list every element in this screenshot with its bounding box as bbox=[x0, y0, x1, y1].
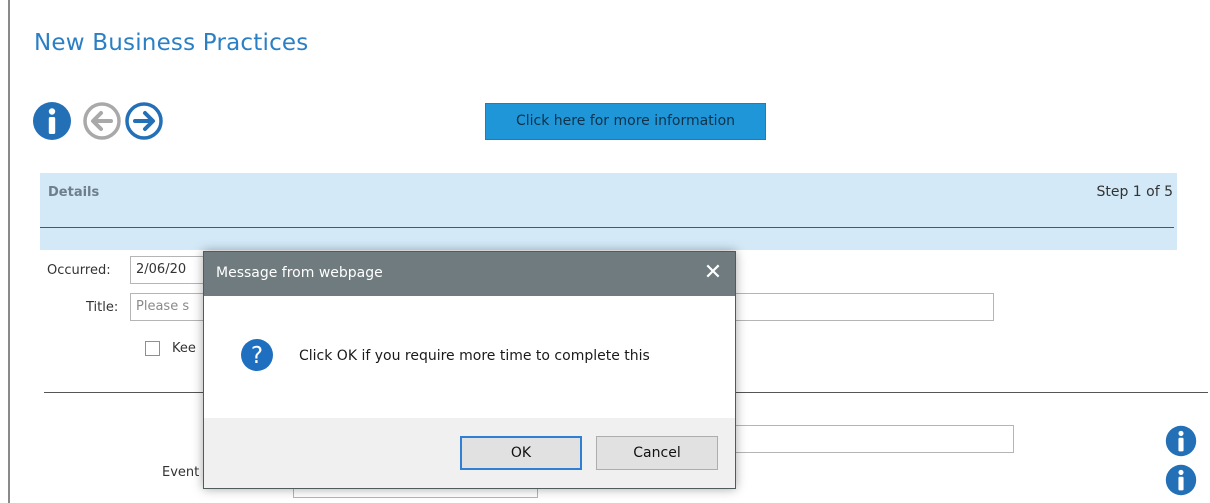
window-left-edge bbox=[8, 0, 10, 503]
arrow-right-circle-icon[interactable] bbox=[124, 101, 164, 141]
details-label: Details bbox=[48, 185, 100, 200]
step-indicator: Step 1 of 5 bbox=[1096, 184, 1173, 200]
details-divider bbox=[40, 227, 1174, 228]
dialog-message: Click OK if you require more time to com… bbox=[299, 348, 650, 364]
page-title: New Business Practices bbox=[34, 30, 309, 56]
cancel-button[interactable]: Cancel bbox=[596, 436, 718, 470]
dialog-titlebar[interactable]: Message from webpage ✕ bbox=[204, 252, 735, 296]
ok-button[interactable]: OK bbox=[460, 436, 582, 470]
keep-checkbox[interactable] bbox=[145, 341, 160, 356]
field-info-icon[interactable] bbox=[1165, 425, 1197, 457]
dialog-footer: OK Cancel bbox=[204, 418, 735, 488]
occurred-label: Occurred: bbox=[47, 263, 111, 278]
dialog-title: Message from webpage bbox=[216, 265, 383, 281]
field-info-icon[interactable] bbox=[1165, 464, 1197, 496]
more-information-button[interactable]: Click here for more information bbox=[485, 103, 766, 140]
occurred-date-value: 2/06/20 bbox=[136, 262, 187, 277]
message-dialog: Message from webpage ✕ ? Click OK if you… bbox=[203, 251, 736, 489]
event-text-input[interactable] bbox=[690, 425, 1014, 453]
arrow-left-circle-icon[interactable] bbox=[82, 101, 122, 141]
info-circle-icon[interactable] bbox=[32, 101, 72, 141]
close-icon[interactable]: ✕ bbox=[691, 252, 735, 296]
details-header: Details Step 1 of 5 bbox=[40, 173, 1177, 250]
title-label: Title: bbox=[86, 300, 119, 315]
title-placeholder: Please s bbox=[136, 299, 190, 314]
question-icon: ? bbox=[240, 338, 274, 372]
event-label: Event bbox=[162, 465, 200, 480]
keep-checkbox-label: Kee bbox=[172, 341, 196, 356]
svg-text:?: ? bbox=[251, 343, 263, 369]
dialog-body: ? Click OK if you require more time to c… bbox=[204, 296, 735, 418]
